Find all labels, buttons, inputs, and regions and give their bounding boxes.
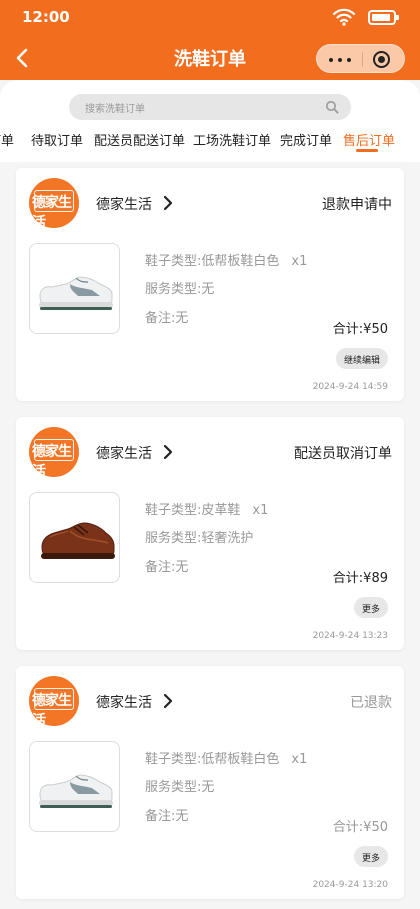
remark-label: 备注: [145,311,176,326]
shop-name[interactable]: 德家生活 [96,692,152,712]
order-time: 14:59 [362,382,388,392]
remark: 无 [175,311,189,326]
tab-completed[interactable]: 完成订单 [280,130,332,149]
service-row: 服务类型:轻奢洗护 [145,527,253,546]
continue-edit-button[interactable]: 继续编辑 [335,348,388,369]
service-label: 服务类型: [145,282,202,297]
status-time: 12:00 [22,8,70,26]
service-label: 服务类型: [145,531,202,546]
search-icon[interactable] [325,100,339,114]
quantity: x1 [291,254,308,269]
service-row: 服务类型:无 [145,278,214,297]
capsule-divider [362,52,363,67]
shop-name[interactable]: 德家生活 [96,443,152,463]
shoe-type-row: 鞋子类型:皮革鞋 x1 [145,499,268,518]
remark-label: 备注: [145,809,176,824]
total-amount: ¥89 [363,571,388,586]
remark-row: 备注:无 [145,805,188,824]
shoe-image [29,741,120,832]
shoe-type-row: 鞋子类型:低帮板鞋白色 x1 [145,748,307,767]
mini-program-capsule [316,44,405,73]
order-status: 配送员取消订单 [294,446,392,462]
order-total: 合计:¥50 [333,318,388,337]
order-time: 13:23 [362,631,388,641]
battery-icon [368,10,399,25]
tab-factory-wash[interactable]: 工场洗鞋订单 [193,130,271,149]
order-date: 2024-9-24 [312,631,360,641]
order-datetime: 2024-9-24 13:23 [313,631,388,641]
remark: 无 [175,560,189,575]
tab-pickup[interactable]: 待取订单 [31,130,83,149]
chevron-right-icon[interactable] [162,693,174,709]
order-card[interactable]: 德家生活 德家生活 配送员取消订单 鞋子类型:皮革鞋 x1 服务类型:轻奢洗护 备… [16,417,404,650]
shoe-image [29,492,120,583]
tab-orders[interactable]: 订单 [0,130,14,149]
filter-bar: 搜索洗鞋订单 订单 待取订单 配送员配送订单 工场洗鞋订单 完成订单 售后订单 [0,80,420,162]
service-type: 无 [201,780,215,795]
shop-logo: 德家生活 [29,676,79,726]
remark-row: 备注:无 [145,556,188,575]
app-header: 12:00 洗鞋订单 [0,0,420,80]
shoe-type-row: 鞋子类型:低帮板鞋白色 x1 [145,250,307,269]
close-miniprogram-icon[interactable] [373,51,390,68]
shoe-type-label: 鞋子类型: [145,752,202,767]
more-button[interactable]: 更多 [353,846,388,867]
total-amount: ¥50 [363,322,388,337]
remark-label: 备注: [145,560,176,575]
search-input[interactable]: 搜索洗鞋订单 [69,94,351,120]
order-total: 合计:¥89 [333,567,388,586]
order-datetime: 2024-9-24 14:59 [313,382,388,392]
order-status: 已退款 [350,695,392,711]
remark-row: 备注:无 [145,307,188,326]
wifi-icon [333,8,355,26]
more-button[interactable]: 更多 [353,597,388,618]
order-total: 合计:¥50 [333,816,388,835]
shop-logo: 德家生活 [29,427,79,477]
order-card[interactable]: 德家生活 德家生活 退款申请中 鞋子类型:低帮板鞋白色 x1 服务类型:无 备注:… [16,168,404,401]
white-sneaker-icon [39,276,113,310]
quantity: x1 [252,503,269,518]
shoe-image [29,243,120,334]
quantity: x1 [291,752,308,767]
active-tab-indicator [356,149,378,152]
total-label: 合计: [332,820,364,835]
order-time: 13:20 [362,880,388,890]
order-date: 2024-9-24 [312,880,360,890]
total-label: 合计: [332,571,364,586]
order-card[interactable]: 德家生活 德家生活 已退款 鞋子类型:低帮板鞋白色 x1 服务类型:无 备注:无 … [16,666,404,899]
logo-text: 德家生活 [32,444,72,477]
tab-after-sales[interactable]: 售后订单 [343,130,395,149]
shop-name[interactable]: 德家生活 [96,194,152,214]
service-type: 轻奢洗护 [201,531,254,546]
chevron-right-icon[interactable] [162,444,174,460]
logo-text: 德家生活 [32,195,72,228]
order-datetime: 2024-9-24 13:20 [313,880,388,890]
chevron-right-icon[interactable] [162,195,174,211]
brown-leather-shoe-icon [41,522,115,559]
shoe-type-label: 鞋子类型: [145,254,202,269]
white-sneaker-icon [39,774,113,808]
logo-text: 德家生活 [32,693,72,726]
shoe-type-label: 鞋子类型: [145,503,202,518]
order-date: 2024-9-24 [312,382,360,392]
total-amount: ¥50 [363,820,388,835]
shoe-type: 皮革鞋 [201,503,241,518]
tab-courier-delivery[interactable]: 配送员配送订单 [94,130,185,149]
more-icon[interactable] [329,58,351,62]
shoe-type: 低帮板鞋白色 [201,254,280,269]
remark: 无 [175,809,189,824]
order-status: 退款申请中 [322,197,392,213]
service-label: 服务类型: [145,780,202,795]
shop-logo: 德家生活 [29,178,79,228]
total-label: 合计: [332,322,364,337]
service-row: 服务类型:无 [145,776,214,795]
service-type: 无 [201,282,215,297]
search-placeholder: 搜索洗鞋订单 [85,104,145,115]
shoe-type: 低帮板鞋白色 [201,752,280,767]
